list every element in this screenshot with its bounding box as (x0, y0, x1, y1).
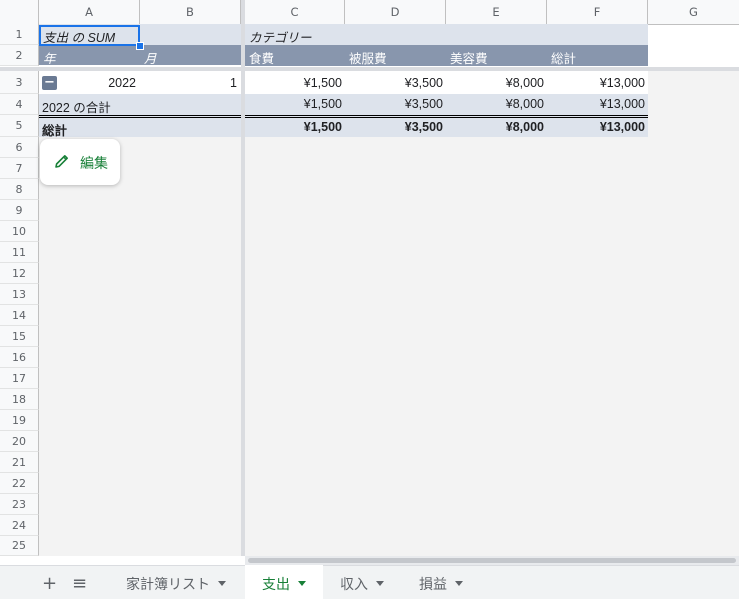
row-header[interactable]: 4 (0, 94, 39, 115)
row-header[interactable]: 3 (0, 71, 39, 94)
row-header[interactable]: 20 (0, 431, 39, 452)
data-row-total[interactable]: ¥13,000 (547, 76, 645, 90)
subtotal-label[interactable]: 2022 の合計 (42, 97, 111, 116)
grand-total-band-left (39, 115, 241, 137)
row-header[interactable]: 5 (0, 115, 39, 137)
category-header-beauty[interactable]: 美容費 (450, 48, 488, 67)
select-all-corner[interactable] (0, 0, 39, 24)
pencil-icon (55, 155, 68, 168)
grand-total-clothing[interactable]: ¥3,500 (345, 120, 443, 134)
data-row-year[interactable]: 2022 (60, 76, 136, 90)
pivot-category-label[interactable]: カテゴリー (249, 27, 312, 46)
collapse-group-icon[interactable]: − (42, 76, 57, 90)
grand-total-total[interactable]: ¥13,000 (547, 120, 645, 134)
category-header-food[interactable]: 食費 (249, 48, 274, 67)
row-header[interactable]: 25 (0, 536, 39, 556)
column-header-c[interactable]: C (245, 0, 345, 24)
row-header[interactable]: 2 (0, 45, 39, 66)
edit-button-label: 編集 (80, 156, 108, 172)
chevron-down-icon (218, 580, 226, 586)
row-header[interactable]: 6 (0, 137, 39, 158)
row-header[interactable]: 11 (0, 242, 39, 263)
chevron-down-icon (298, 580, 306, 586)
empty-grid-area-left (39, 137, 241, 556)
row-header[interactable]: 12 (0, 263, 39, 284)
column-header-f[interactable]: F (547, 0, 648, 24)
sheet-tab-profit-loss[interactable]: 損益 (404, 565, 484, 599)
fill-handle[interactable] (136, 42, 144, 50)
data-row-food[interactable]: ¥1,500 (245, 76, 342, 90)
row-header[interactable]: 14 (0, 305, 39, 326)
chevron-down-icon (455, 580, 463, 586)
pivot-row-label-month[interactable]: 月 (144, 48, 157, 67)
data-row-month[interactable]: 1 (140, 76, 237, 90)
all-sheets-icon[interactable]: ≡ (72, 573, 87, 594)
row-header[interactable]: 21 (0, 452, 39, 473)
column-header-e[interactable]: E (446, 0, 547, 24)
empty-grid-area-right (245, 137, 739, 556)
row-header[interactable]: 23 (0, 494, 39, 515)
subtotal-total[interactable]: ¥13,000 (547, 97, 645, 111)
data-row-clothing[interactable]: ¥3,500 (345, 76, 443, 90)
grand-total-label[interactable]: 総計 (42, 120, 67, 139)
row-header[interactable]: 13 (0, 284, 39, 305)
column-header-g[interactable]: G (648, 0, 739, 24)
category-header-clothing[interactable]: 被服費 (349, 48, 387, 67)
row-header[interactable]: 8 (0, 179, 39, 200)
row-header[interactable]: 1 (0, 24, 39, 45)
sheet-tab-income[interactable]: 収入 (324, 565, 404, 599)
row-header[interactable]: 15 (0, 326, 39, 347)
data-row-beauty[interactable]: ¥8,000 (446, 76, 544, 90)
pivot-row-label-year[interactable]: 年 (43, 48, 56, 67)
sheet-tab-expenses[interactable]: 支出 (245, 565, 323, 599)
grand-total-border-right-1 (245, 115, 648, 116)
sheet-tab-household-list[interactable]: 家計簿リスト (110, 565, 244, 599)
row-header[interactable]: 16 (0, 347, 39, 368)
sheet-tab-label: 損益 (419, 577, 447, 593)
row-header[interactable]: 7 (0, 158, 39, 179)
column-header-d[interactable]: D (345, 0, 446, 24)
row-header[interactable]: 18 (0, 389, 39, 410)
grand-total-food[interactable]: ¥1,500 (245, 120, 342, 134)
category-header-total[interactable]: 総計 (551, 48, 576, 67)
sheet-tab-label: 収入 (340, 577, 368, 593)
chevron-down-icon (376, 580, 384, 586)
row-header[interactable]: 17 (0, 368, 39, 389)
row-header[interactable]: 10 (0, 221, 39, 242)
subtotal-beauty[interactable]: ¥8,000 (446, 97, 544, 111)
subtotal-food[interactable]: ¥1,500 (245, 97, 342, 111)
add-sheet-icon[interactable]: + (42, 573, 57, 594)
column-header-a[interactable]: A (39, 0, 140, 24)
pivot-column-band-right (245, 45, 648, 66)
grand-total-border-left-2 (39, 117, 241, 118)
empty-grid-area-g (648, 71, 739, 137)
sheet-tab-label: 家計簿リスト (126, 577, 210, 593)
row-header[interactable]: 9 (0, 200, 39, 221)
row-header[interactable]: 22 (0, 473, 39, 494)
column-header-b[interactable]: B (140, 0, 241, 24)
row-header[interactable]: 24 (0, 515, 39, 536)
subtotal-clothing[interactable]: ¥3,500 (345, 97, 443, 111)
pivot-edit-button[interactable]: 編集 (40, 139, 120, 185)
grand-total-beauty[interactable]: ¥8,000 (446, 120, 544, 134)
row-header[interactable]: 19 (0, 410, 39, 431)
grand-total-border-right-2 (245, 117, 648, 118)
horizontal-scrollbar-thumb[interactable] (248, 558, 736, 563)
frozen-row-divider[interactable] (0, 67, 739, 71)
active-cell-selection (39, 25, 140, 46)
sheet-tab-label: 支出 (262, 577, 290, 593)
